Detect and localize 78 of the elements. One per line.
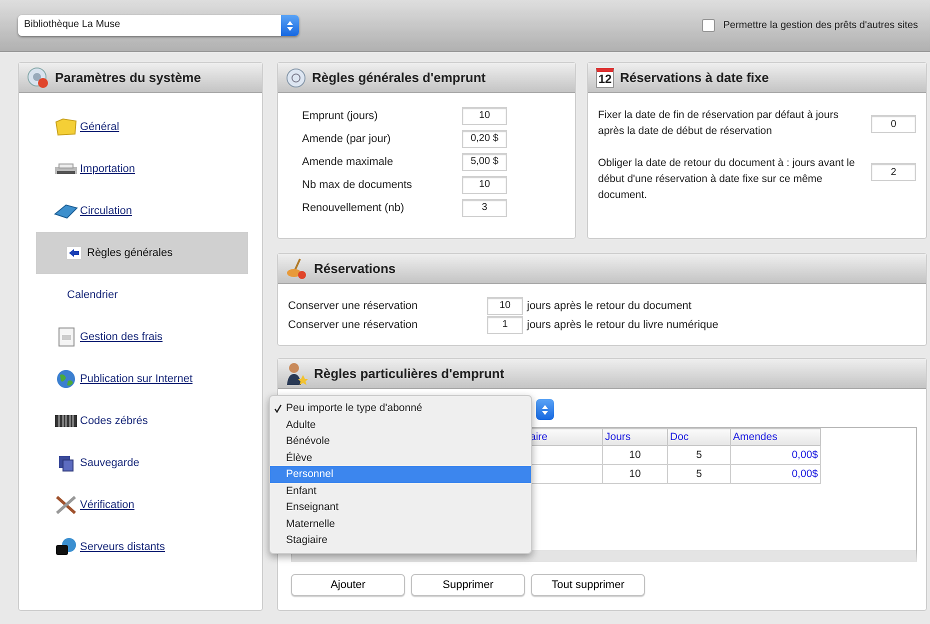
menu-item[interactable]: Adulte: [270, 416, 531, 433]
copy-icon: [59, 456, 74, 472]
menu-item[interactable]: Stagiaire: [270, 532, 531, 548]
sidebar-item[interactable]: Codes zébrés: [19, 400, 262, 442]
sidebar-item[interactable]: Général: [19, 106, 262, 148]
input-field[interactable]: 2: [871, 163, 916, 181]
input-field[interactable]: 1: [487, 316, 523, 334]
input-field[interactable]: 5,00 $: [462, 152, 507, 170]
menu-item[interactable]: Enfant: [270, 482, 531, 499]
column-header[interactable]: Doc: [668, 428, 730, 446]
server-icon: [56, 538, 76, 555]
table-cell: 5: [668, 446, 730, 464]
checkbox[interactable]: [702, 19, 716, 32]
menu-item[interactable]: Élève: [270, 450, 531, 466]
menu-item[interactable]: Personnel: [270, 466, 531, 482]
input-field[interactable]: 10: [462, 176, 507, 194]
broom-icon: [287, 258, 306, 278]
field-label: Nb max de documents: [302, 178, 414, 190]
panel-title: Réservations à date fixe: [620, 70, 769, 85]
field-label: Amende maximale: [302, 156, 394, 168]
menu-item[interactable]: Maternelle: [270, 516, 531, 532]
panel-title: Règles particulières d'emprunt: [314, 366, 504, 381]
sidebar-item[interactable]: Sauvegarde: [19, 442, 262, 484]
action-button[interactable]: Tout supprimer: [531, 574, 645, 596]
arrow-icon: [67, 247, 81, 259]
person-icon: [287, 362, 308, 384]
printer-icon: [55, 164, 77, 174]
field-label: Emprunt (jours): [302, 110, 379, 122]
field-label: Conserver une réservation: [288, 318, 419, 330]
table-cell: 10: [602, 464, 668, 484]
field-label: Renouvellement (nb): [302, 202, 406, 214]
sidebar-item[interactable]: Circulation: [19, 190, 262, 232]
menu-item[interactable]: Peu importe le type d'abonné: [270, 400, 531, 416]
input-field[interactable]: 3: [462, 198, 507, 216]
field-label: Conserver une réservation: [288, 300, 419, 312]
calendar-icon: 12: [596, 68, 614, 88]
sidebar-item[interactable]: Gestion des frais: [19, 316, 262, 358]
input-field[interactable]: 10: [487, 296, 523, 314]
sidebar-item[interactable]: Vérification: [19, 484, 262, 526]
checkbox-label: Permettre la gestion des prêts d'autres sites: [723, 20, 918, 31]
field-label: Fixer la date de fin de réservation par défaut à jours après la date de début de réservation: [598, 108, 840, 139]
action-button[interactable]: Supprimer: [411, 574, 525, 596]
panel-title: Paramètres du système: [55, 70, 201, 85]
input-field[interactable]: 0,20 $: [462, 130, 507, 148]
table-cell: 5: [668, 464, 730, 484]
tools-icon: [56, 496, 76, 514]
document-icon: [58, 328, 74, 346]
folder-icon: [55, 118, 77, 136]
badge-icon: [286, 68, 306, 87]
input-field[interactable]: 0: [871, 115, 916, 133]
column-header[interactable]: Jours: [602, 428, 668, 446]
menu-item[interactable]: Bénévole: [270, 433, 531, 450]
globe-icon: [57, 370, 75, 388]
field-label: Obliger la date de retour du document à : jours avant le début d'une réservation à date fixe sur ce même document.: [598, 156, 856, 203]
settings-icon: [28, 67, 48, 88]
barcode-icon: [55, 414, 77, 428]
action-button[interactable]: Ajouter: [291, 574, 405, 596]
library-dropdown[interactable]: Bibliothèque La Muse: [18, 15, 299, 36]
updown-icon: [541, 404, 549, 416]
field-suffix: jours après le retour du document: [527, 300, 692, 312]
dropdown-button[interactable]: [536, 399, 554, 420]
field-label: Amende (par jour): [302, 132, 392, 144]
book-icon: [54, 204, 78, 219]
sidebar-item[interactable]: Serveurs distants: [19, 526, 262, 568]
panel-title: Règles générales d'emprunt: [312, 70, 486, 85]
table-cell: 10: [602, 446, 668, 464]
panel-title: Réservations: [314, 261, 396, 276]
updown-icon: [286, 20, 294, 32]
column-header[interactable]: Amendes: [730, 428, 820, 446]
sidebar-item[interactable]: Règles générales: [36, 232, 248, 274]
menu-item[interactable]: Enseignant: [270, 499, 531, 516]
sidebar-item[interactable]: Publication sur Internet: [19, 358, 262, 400]
input-field[interactable]: 10: [462, 106, 507, 124]
field-suffix: jours après le retour du livre numérique: [527, 318, 718, 330]
table-cell: 0,00$: [730, 446, 820, 464]
sidebar-item[interactable]: Importation: [19, 148, 262, 190]
sidebar-item[interactable]: Calendrier: [19, 274, 262, 316]
table-cell: 0,00$: [730, 464, 820, 484]
